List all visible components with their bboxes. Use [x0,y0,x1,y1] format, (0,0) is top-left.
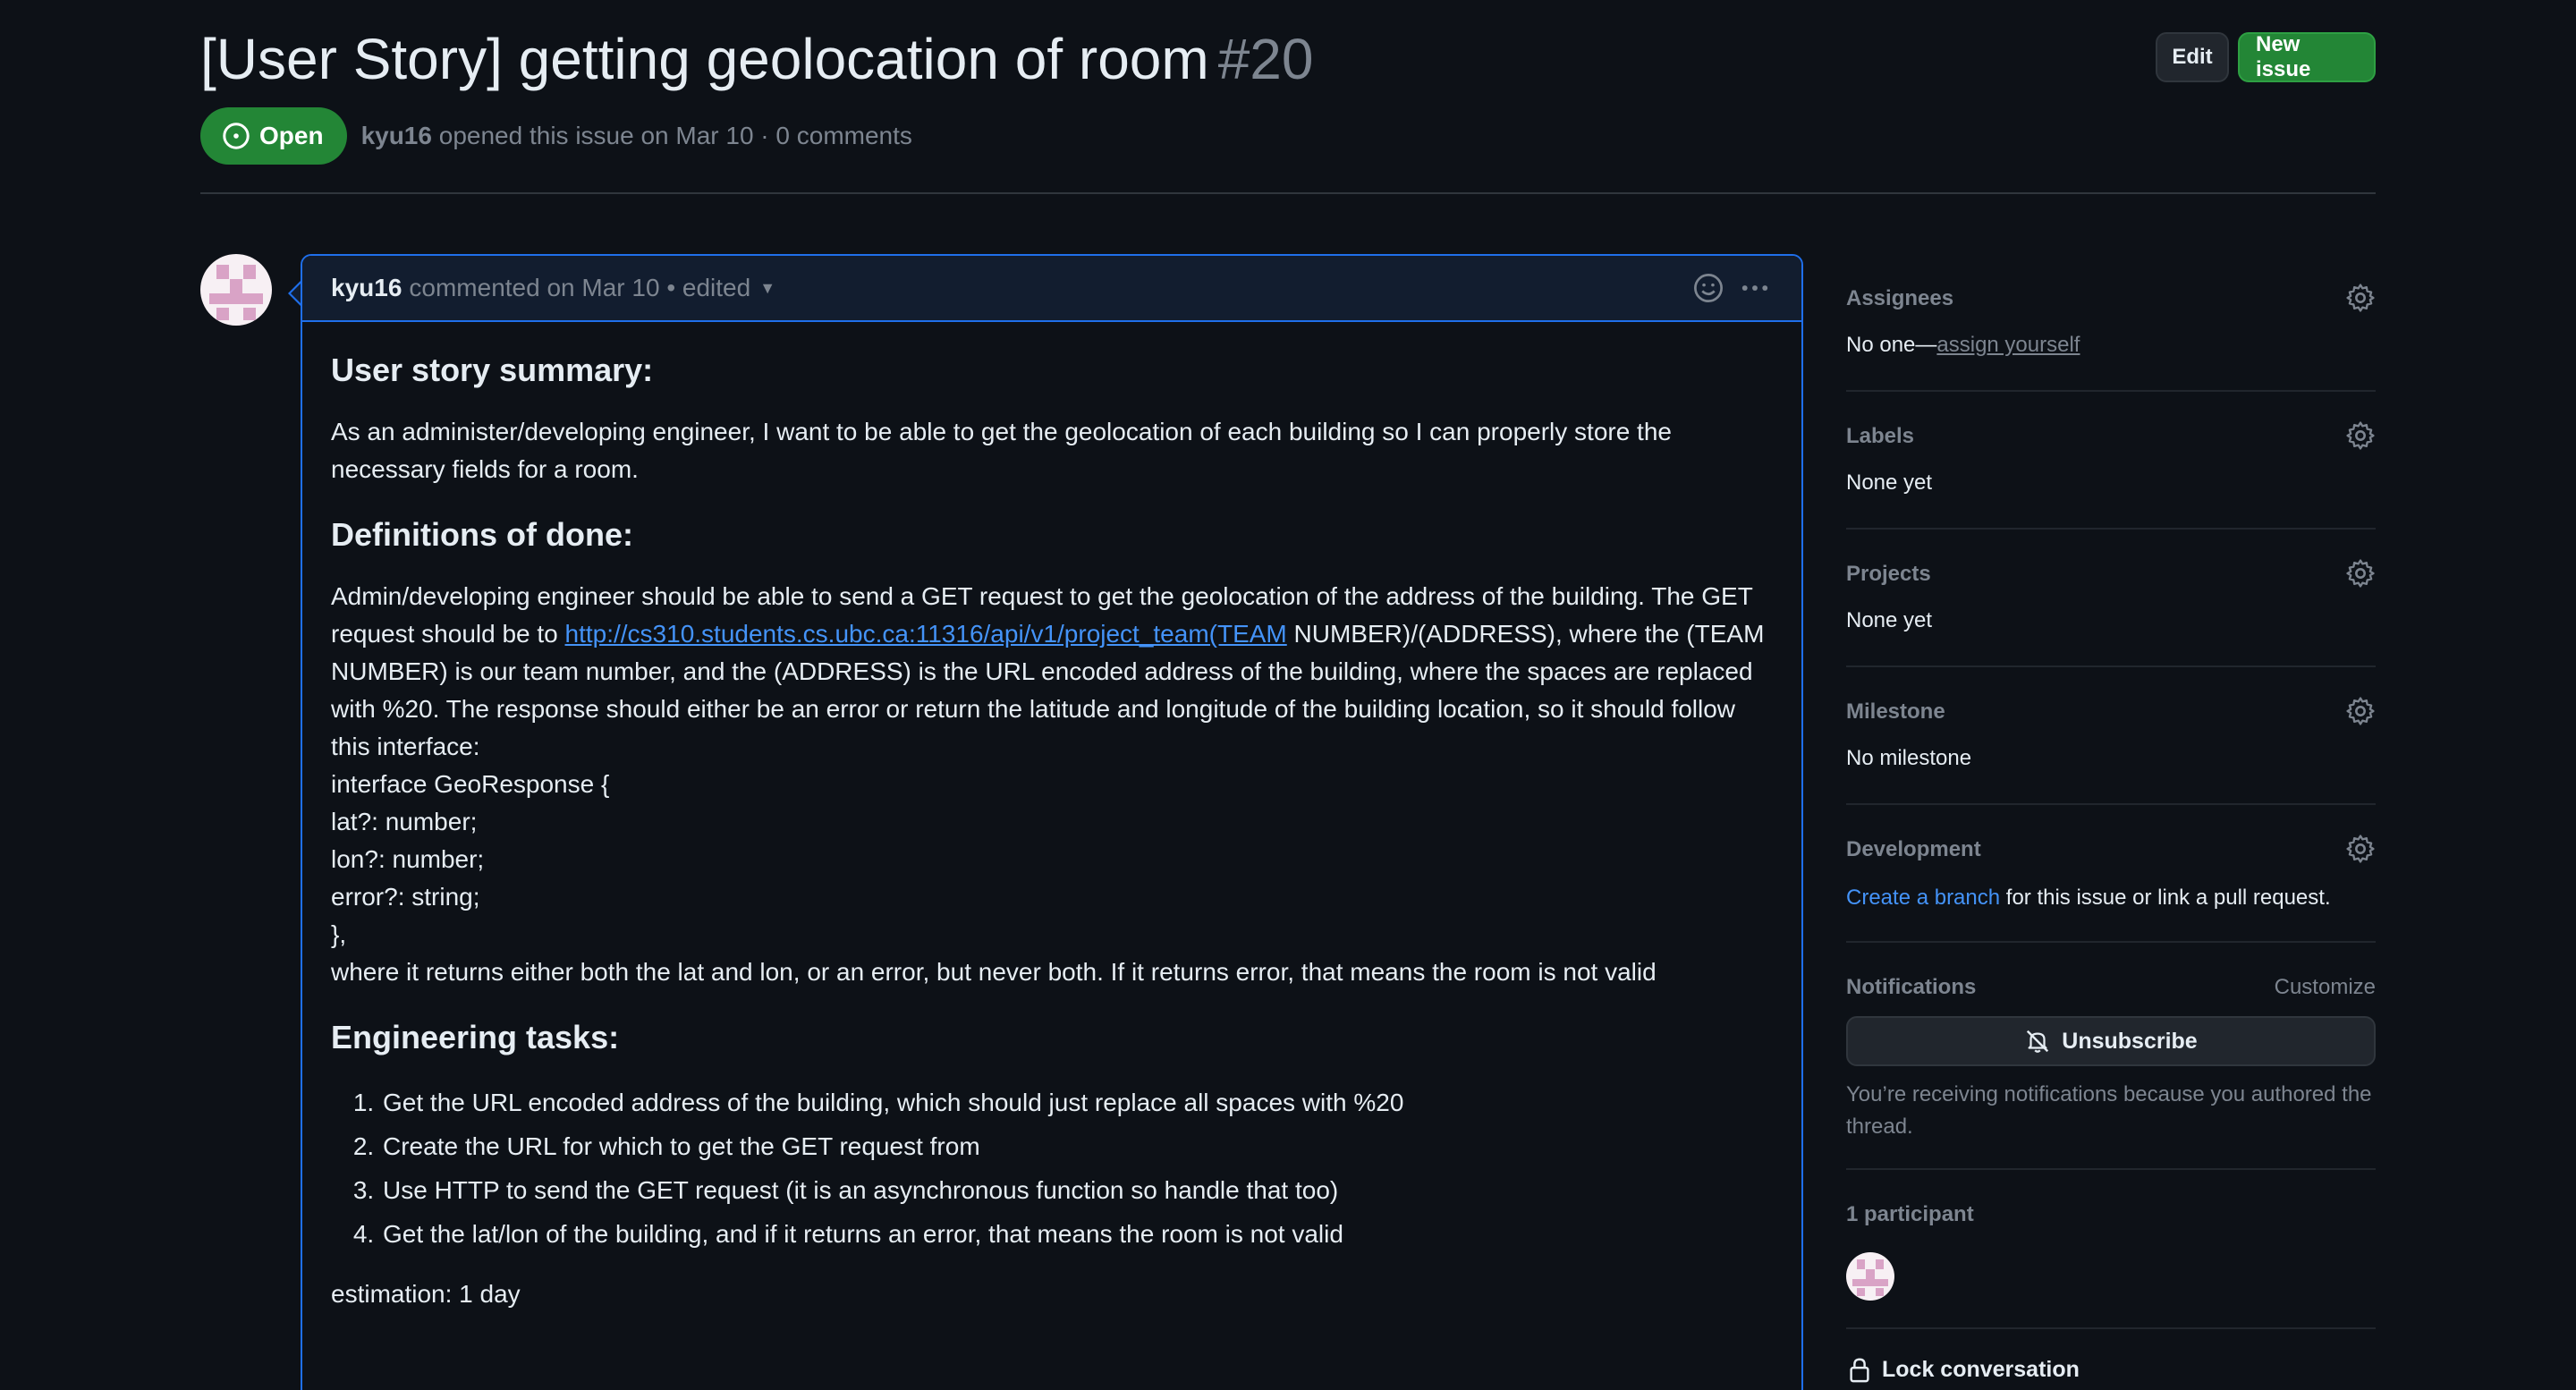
estimation-text: estimation: 1 day [331,1280,521,1308]
lock-conversation-button[interactable]: Lock conversation [1846,1356,2080,1383]
projects-value: None yet [1846,608,1933,632]
tasks-list: Get the URL encoded address of the build… [381,1081,1773,1256]
lock-icon [1850,1358,1869,1383]
unsubscribe-label: Unsubscribe [2062,1028,2198,1054]
code-line: lon?: number; [331,845,485,873]
gear-icon[interactable] [2345,283,2376,313]
notifications-note: You’re receiving notifications because y… [1846,1082,2372,1139]
issue-header: [User Story] getting geolocation of room… [200,23,2376,95]
issue-comment: kyu16 commented on Mar 10 • edited ▼ Use… [301,254,1803,1390]
sidebar-heading: Milestone [1846,699,1945,724]
comment-author-link[interactable]: kyu16 [331,274,402,302]
code-line: lat?: number; [331,808,478,835]
issue-title-text: [User Story] getting geolocation of room [200,27,1209,91]
lock-conversation-label: Lock conversation [1882,1356,2080,1382]
list-item: Get the URL encoded address of the build… [381,1081,1773,1124]
issue-meta-text: kyu16 opened this issue on Mar 10 · 0 co… [361,122,912,150]
sidebar-participants: 1 participant [1846,1170,2376,1329]
tasks-heading: Engineering tasks: [331,1019,620,1055]
sidebar-development: Development Create a branch for this iss… [1846,805,2376,943]
sidebar-heading: Assignees [1846,286,1954,310]
sidebar-heading: Labels [1846,424,1915,448]
code-line: where it returns either both the lat and… [331,958,1657,986]
sidebar-labels: Labels None yet [1846,392,2376,530]
avatar[interactable] [1846,1252,1894,1301]
sidebar-heading: Development [1846,837,1981,861]
sidebar-heading: Projects [1846,562,1931,586]
smiley-icon[interactable] [1692,272,1724,304]
summary-heading: User story summary: [331,352,654,388]
issue-opened-icon [223,123,250,149]
code-line: error?: string; [331,883,480,911]
sidebar-projects: Projects None yet [1846,530,2376,667]
code-line: }, [331,920,347,948]
customize-link[interactable]: Customize [2275,975,2376,1000]
comment-meta[interactable]: commented on Mar 10 • edited [409,274,750,302]
bell-slash-icon [2027,1030,2049,1053]
issue-author-link[interactable]: kyu16 [361,122,432,149]
milestone-value: No milestone [1846,746,1972,770]
avatar[interactable] [200,254,272,326]
issue-meta-rest: opened this issue on Mar 10 · 0 comments [438,122,912,149]
list-item: Get the lat/lon of the building, and if … [381,1212,1773,1256]
issue-meta: Open kyu16 opened this issue on Mar 10 ·… [200,107,912,165]
list-item: Create the URL for which to get the GET … [381,1124,1773,1168]
development-rest: for this issue or link a pull request. [2000,886,2331,910]
comment-body: User story summary: As an administer/dev… [302,322,1801,1369]
api-link[interactable]: http://cs310.students.cs.ubc.ca:11316/ap… [565,620,1287,648]
assignees-none: No one— [1846,333,1937,357]
header-actions: Edit New issue [2156,32,2376,82]
sidebar-milestone: Milestone No milestone [1846,667,2376,805]
sidebar-lock: Lock conversation [1846,1329,2376,1383]
kebab-horizontal-icon[interactable] [1739,272,1771,304]
comment-actions [1692,272,1771,304]
list-item: Use HTTP to send the GET request (it is … [381,1168,1773,1212]
state-label: Open [259,122,324,149]
development-value: Create a branch for this issue or link a… [1846,886,2331,911]
sidebar-assignees: Assignees No one—assign yourself [1846,254,2376,392]
comment-header: kyu16 commented on Mar 10 • edited ▼ [302,256,1801,322]
assignees-value: No one—assign yourself [1846,333,2080,358]
state-badge: Open [200,107,347,165]
issue-sidebar: Assignees No one—assign yourself Labels … [1846,254,2376,1383]
summary-text: As an administer/developing engineer, I … [331,418,1672,483]
gear-icon[interactable] [2345,558,2376,589]
issue-number: #20 [1217,27,1314,91]
edit-button[interactable]: Edit [2156,32,2229,82]
sidebar-heading: 1 participant [1846,1202,1974,1226]
gear-icon[interactable] [2345,420,2376,451]
labels-value: None yet [1846,470,1933,495]
header-divider [200,192,2376,194]
new-issue-button[interactable]: New issue [2238,32,2376,82]
issue-title: [User Story] getting geolocation of room… [200,23,2376,95]
create-branch-link[interactable]: Create a branch [1846,886,2000,910]
code-line: interface GeoResponse { [331,770,610,798]
unsubscribe-button[interactable]: Unsubscribe [1846,1016,2376,1066]
gear-icon[interactable] [2345,696,2376,726]
sidebar-notifications: Notifications Customize Unsubscribe You’… [1846,943,2376,1170]
done-heading: Definitions of done: [331,516,633,553]
gear-icon[interactable] [2345,834,2376,864]
done-text: Admin/developing engineer should be able… [331,578,1773,991]
sidebar-heading: Notifications [1846,975,1977,999]
assign-yourself-link[interactable]: assign yourself [1936,333,2080,357]
caret-down-icon[interactable]: ▼ [759,279,775,298]
